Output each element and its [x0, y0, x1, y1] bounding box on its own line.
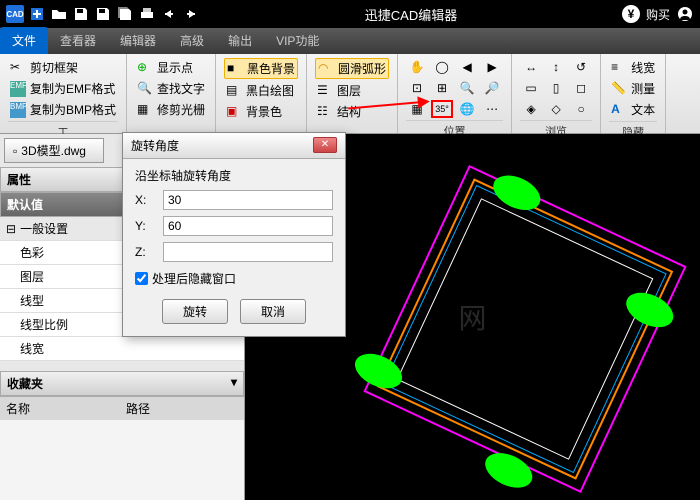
bgcolor-icon: ▣: [226, 104, 242, 120]
model-wireframe: [337, 138, 700, 500]
undo-icon[interactable]: [160, 5, 178, 23]
user-icon[interactable]: [676, 5, 694, 23]
trim-cursor[interactable]: ▦修剪光栅: [135, 100, 207, 119]
tool-zoom4[interactable]: 🔎: [481, 79, 503, 97]
print-icon[interactable]: [138, 5, 156, 23]
currency-icon[interactable]: ¥: [622, 5, 640, 23]
linewidth-icon: ≡: [611, 60, 627, 76]
fav-header[interactable]: 收藏夹 ▾: [0, 371, 244, 396]
file-tab[interactable]: ▫ 3D模型.dwg: [4, 138, 104, 163]
chevron-down-icon: ▾: [231, 375, 237, 389]
tool-globe[interactable]: 🌐: [456, 100, 478, 118]
copy-bmp[interactable]: BMP复制为BMP格式: [8, 100, 118, 119]
tab-output[interactable]: 输出: [216, 27, 264, 54]
browse-2[interactable]: ▭: [520, 79, 542, 97]
dialog-subtitle: 沿坐标轴旋转角度: [135, 167, 333, 184]
buy-link[interactable]: 购买: [646, 6, 670, 23]
browse-3[interactable]: ▯: [545, 79, 567, 97]
layer[interactable]: ☰图层: [315, 81, 389, 100]
browse-5[interactable]: ◈: [520, 100, 542, 118]
tab-file[interactable]: 文件: [0, 27, 48, 54]
open-icon[interactable]: [50, 5, 68, 23]
text-icon: A: [611, 102, 627, 118]
x-input[interactable]: [163, 190, 333, 210]
z-input[interactable]: [163, 242, 333, 262]
browse-left[interactable]: ↔: [520, 58, 542, 76]
bw-plot[interactable]: ▤黑白绘图: [224, 81, 298, 100]
point-icon: ⊕: [137, 60, 153, 76]
measure[interactable]: 📏测量: [609, 79, 657, 98]
smooth-arc[interactable]: ◠圆滑弧形: [315, 58, 389, 79]
arc-icon: ◠: [318, 61, 334, 77]
show-point[interactable]: ⊕显示点: [135, 58, 207, 77]
tool-zoom1[interactable]: ⊡: [406, 79, 428, 97]
scissors-icon: ✂: [10, 60, 26, 76]
tab-viewer[interactable]: 查看器: [48, 27, 108, 54]
tab-editor[interactable]: 编辑器: [108, 27, 168, 54]
trim-icon: ▦: [137, 102, 153, 118]
saveall-icon[interactable]: [116, 5, 134, 23]
tool-zoom3[interactable]: 🔍: [456, 79, 478, 97]
new-icon[interactable]: [28, 5, 46, 23]
tool-pan[interactable]: ✋: [406, 58, 428, 76]
clip-frame[interactable]: ✂剪切框架: [8, 58, 118, 77]
search-icon: 🔍: [137, 81, 153, 97]
dialog-title: 旋转角度: [131, 137, 179, 154]
text-tool[interactable]: A文本: [609, 100, 657, 119]
find-text[interactable]: 🔍查找文字: [135, 79, 207, 98]
app-logo: CAD: [6, 5, 24, 23]
emf-icon: EMF: [10, 81, 26, 97]
fav-columns: 名称路径: [0, 396, 244, 420]
tool-left[interactable]: ◀: [456, 58, 478, 76]
line-width[interactable]: ≡线宽: [609, 58, 657, 77]
browse-4[interactable]: ◻: [570, 79, 592, 97]
app-title: 迅捷CAD编辑器: [200, 5, 622, 24]
bg-color[interactable]: ▣背景色: [224, 102, 298, 121]
blackbg-icon: ■: [227, 61, 243, 77]
tool-rotate-angle[interactable]: 35°: [431, 100, 453, 118]
file-icon: ▫: [13, 144, 17, 158]
browse-1[interactable]: ↺: [570, 58, 592, 76]
browse-up[interactable]: ↕: [545, 58, 567, 76]
tool-zoom2[interactable]: ⊞: [431, 79, 453, 97]
bwplot-icon: ▤: [226, 83, 242, 99]
y-input[interactable]: [163, 216, 333, 236]
tab-advanced[interactable]: 高级: [168, 27, 216, 54]
close-button[interactable]: ✕: [313, 137, 337, 153]
prop-lwidth[interactable]: 线宽: [0, 337, 244, 361]
tool-more[interactable]: ⋯: [481, 100, 503, 118]
tab-vip[interactable]: VIP功能: [264, 27, 331, 54]
rotate-dialog: 旋转角度 ✕ 沿坐标轴旋转角度 X: Y: Z: 处理后隐藏窗口 旋转 取消: [122, 132, 346, 337]
rotate-button[interactable]: 旋转: [162, 299, 228, 324]
cancel-button[interactable]: 取消: [240, 299, 306, 324]
layer-icon: ☰: [317, 83, 333, 99]
browse-7[interactable]: ○: [570, 100, 592, 118]
structure-icon: ☷: [317, 104, 333, 120]
collapse-icon: ⊟: [6, 222, 16, 236]
redo-icon[interactable]: [182, 5, 200, 23]
saveas-icon[interactable]: [94, 5, 112, 23]
tool-circle[interactable]: ◯: [431, 58, 453, 76]
copy-emf[interactable]: EMF复制为EMF格式: [8, 79, 118, 98]
bmp-icon: BMP: [10, 102, 26, 118]
save-icon[interactable]: [72, 5, 90, 23]
tool-right[interactable]: ▶: [481, 58, 503, 76]
browse-6[interactable]: ◇: [545, 100, 567, 118]
measure-icon: 📏: [611, 81, 627, 97]
hide-window-checkbox[interactable]: [135, 272, 148, 285]
black-bg[interactable]: ■黑色背景: [224, 58, 298, 79]
